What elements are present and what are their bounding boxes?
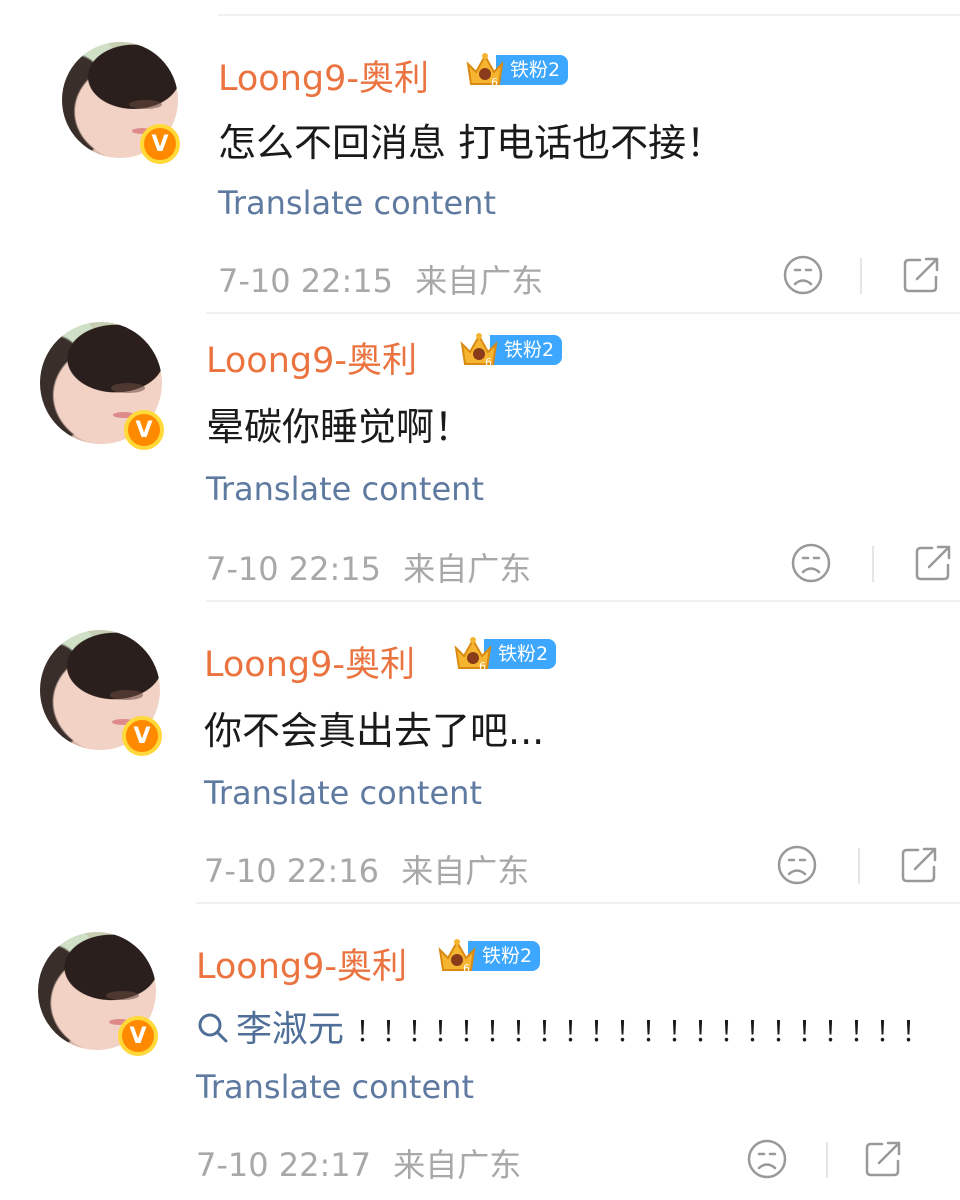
comment-meta: 7-10 22:15 来自广东: [218, 256, 543, 302]
fan-badge-label: 铁粉2: [484, 639, 557, 669]
search-icon: [198, 1013, 228, 1043]
frown-face-icon[interactable]: [746, 1138, 788, 1180]
fan-badge[interactable]: 6 铁粉2: [452, 637, 557, 673]
comment-meta: 7-10 22:17 来自广东: [196, 1140, 521, 1186]
username[interactable]: Loong9-奥利: [218, 50, 429, 101]
location: 来自广东: [401, 852, 530, 890]
comment-item: V Loong9-奥利 6 铁粉2 晕碳你睡觉啊！ Translate cont…: [0, 300, 960, 600]
crown-icon: 6: [454, 637, 492, 673]
frown-face-icon[interactable]: [782, 254, 824, 296]
location: 来自广东: [415, 262, 544, 300]
timestamp: 7-10 22:15: [206, 550, 382, 588]
crown-icon: 6: [466, 53, 504, 89]
timestamp: 7-10 22:15: [218, 262, 394, 300]
comment-text: 晕碳你睡觉啊！: [206, 405, 473, 449]
comment-meta: 7-10 22:16 来自广东: [204, 846, 529, 892]
comment-text: 怎么不回消息 打电话也不接！: [218, 121, 725, 165]
fan-badge[interactable]: 6 铁粉2: [464, 53, 569, 89]
comment-text-rest: ！！！！！！！！！！！！！！！！！！！！！！: [355, 1015, 929, 1048]
comment-item: V Loong9-奥利 6 铁粉2 李淑元 ！！！！！！！！！！！！！！！！！！…: [0, 900, 960, 1200]
frown-face-icon[interactable]: [776, 844, 818, 886]
fan-level: 6: [463, 962, 470, 975]
translate-link[interactable]: Translate content: [218, 184, 496, 222]
comment-text: 你不会真出去了吧...: [204, 709, 545, 753]
fan-level: 6: [479, 660, 486, 673]
location: 来自广东: [403, 550, 532, 588]
frown-face-icon[interactable]: [790, 542, 832, 584]
search-link-text: 李淑元: [236, 1009, 345, 1050]
fan-badge[interactable]: 6 铁粉2: [458, 333, 563, 369]
fan-level: 6: [485, 356, 492, 369]
avatar[interactable]: V: [62, 42, 180, 164]
fan-badge-label: 铁粉2: [496, 55, 569, 85]
search-link[interactable]: 李淑元: [196, 1009, 355, 1050]
username[interactable]: Loong9-奥利: [204, 636, 415, 687]
comment-item: V Loong9-奥利 6 铁粉2 你不会真出去了吧... Translate …: [0, 600, 960, 900]
translate-link[interactable]: Translate content: [204, 774, 482, 812]
verified-badge: V: [140, 124, 180, 164]
action-separator: [858, 848, 860, 884]
username[interactable]: Loong9-奥利: [196, 938, 407, 989]
action-separator: [872, 546, 874, 582]
timestamp: 7-10 22:16: [204, 852, 380, 890]
fan-badge[interactable]: 6 铁粉2: [436, 939, 541, 975]
fan-badge-label: 铁粉2: [468, 941, 541, 971]
translate-link[interactable]: Translate content: [206, 470, 484, 508]
verified-badge: V: [118, 1016, 158, 1056]
comment-item: V Loong9-奥利 6 铁粉2 怎么不回消息 打电话也不接！ Transla…: [0, 0, 960, 300]
avatar[interactable]: V: [40, 322, 164, 450]
location: 来自广东: [393, 1146, 522, 1184]
share-icon[interactable]: [898, 844, 940, 886]
avatar[interactable]: V: [38, 932, 158, 1056]
translate-link[interactable]: Translate content: [196, 1068, 474, 1106]
comment-text: 李淑元 ！！！！！！！！！！！！！！！！！！！！！！: [196, 1000, 929, 1052]
avatar[interactable]: V: [40, 630, 162, 756]
fan-level: 6: [491, 76, 498, 89]
fan-badge-label: 铁粉2: [490, 335, 563, 365]
comment-meta: 7-10 22:15 来自广东: [206, 544, 531, 590]
crown-icon: 6: [438, 939, 476, 975]
share-icon[interactable]: [862, 1138, 904, 1180]
timestamp: 7-10 22:17: [196, 1146, 372, 1184]
action-separator: [860, 258, 862, 294]
verified-badge: V: [124, 410, 164, 450]
share-icon[interactable]: [900, 254, 942, 296]
verified-badge: V: [122, 716, 162, 756]
crown-icon: 6: [460, 333, 498, 369]
share-icon[interactable]: [912, 542, 954, 584]
action-separator: [826, 1142, 828, 1178]
username[interactable]: Loong9-奥利: [206, 332, 417, 383]
